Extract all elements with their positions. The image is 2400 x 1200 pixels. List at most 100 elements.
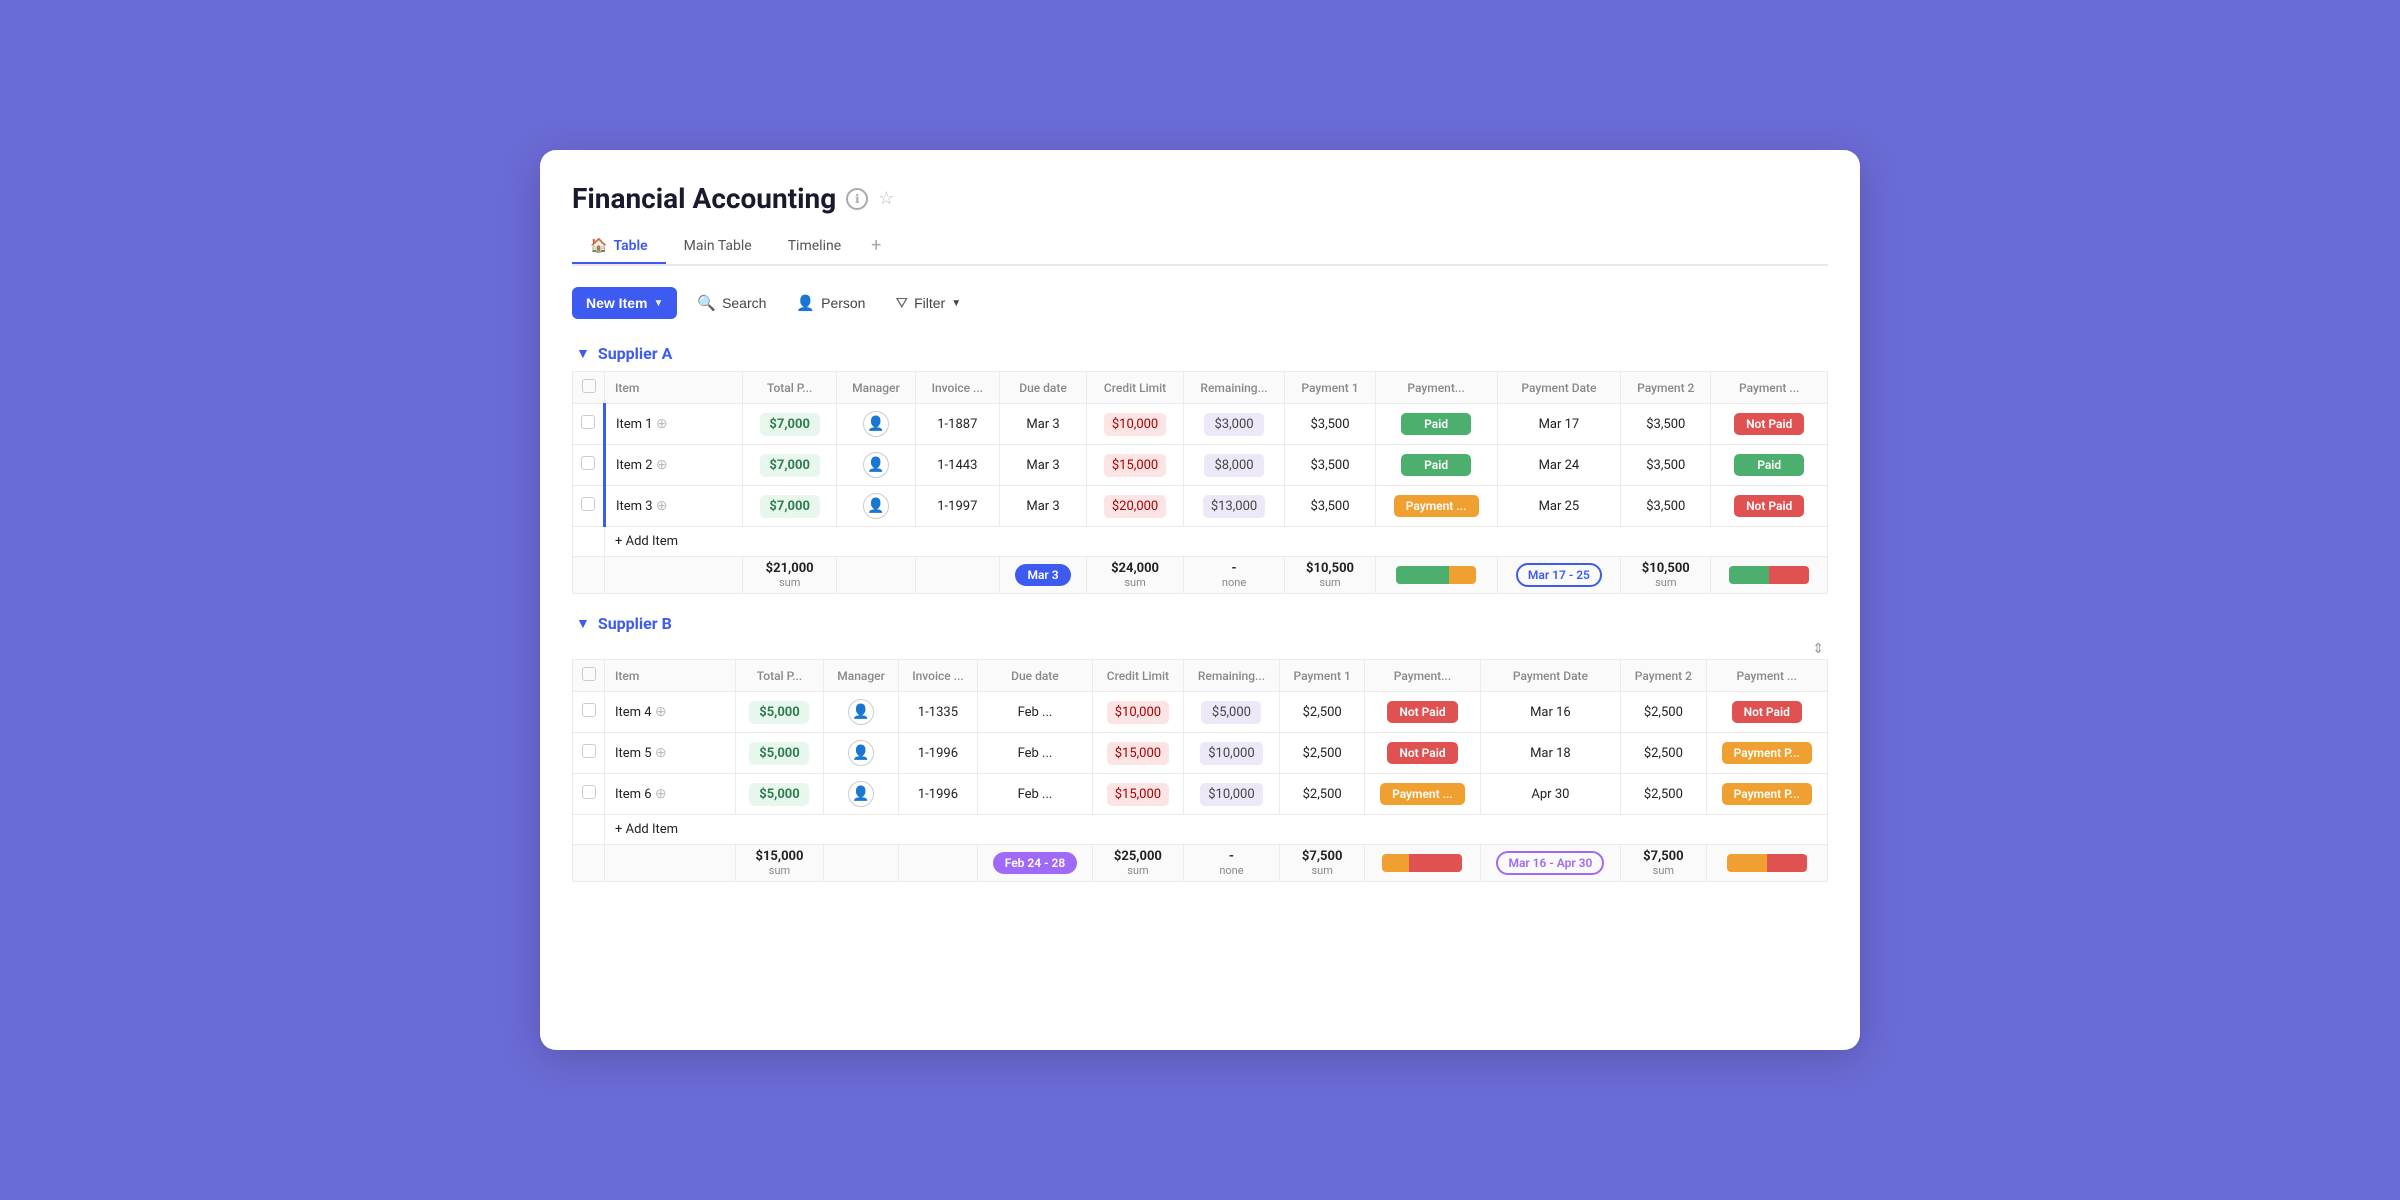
invoice-num: 1-1996 bbox=[898, 774, 977, 815]
total-amount: $7,000 bbox=[743, 404, 836, 445]
payment1-status: Payment ... bbox=[1375, 486, 1497, 527]
col-pay1: Payment 1 bbox=[1285, 372, 1375, 404]
item-name: Item 1 ⊕ bbox=[605, 404, 743, 445]
col-credit: Credit Limit bbox=[1092, 660, 1183, 692]
manager-avatar: 👤 bbox=[836, 445, 915, 486]
avatar: 👤 bbox=[863, 452, 889, 478]
credit-limit: $20,000 bbox=[1087, 486, 1183, 527]
col-manager: Manager bbox=[824, 660, 899, 692]
col-credit: Credit Limit bbox=[1087, 372, 1183, 404]
col-remaining: Remaining... bbox=[1183, 372, 1285, 404]
avatar: 👤 bbox=[848, 740, 874, 766]
checkbox-header[interactable] bbox=[573, 372, 605, 404]
table-header-row: Item Total P... Manager Invoice ... Due … bbox=[573, 660, 1828, 692]
summary-pay1: $10,500sum bbox=[1285, 557, 1375, 594]
tab-add-button[interactable]: + bbox=[859, 227, 893, 264]
add-item-button[interactable]: + Add Item bbox=[605, 527, 1828, 557]
filter-button[interactable]: ⛛ Filter ▼ bbox=[885, 287, 971, 320]
avatar: 👤 bbox=[848, 781, 874, 807]
search-button[interactable]: 🔍 Search bbox=[687, 286, 776, 320]
resize-handle[interactable]: ⇕ bbox=[572, 641, 1824, 657]
col-item: Item bbox=[605, 660, 736, 692]
row-checkbox[interactable] bbox=[573, 445, 605, 486]
chevron-down-icon: ▼ bbox=[653, 298, 663, 309]
remaining: $8,000 bbox=[1183, 445, 1285, 486]
col-pay2: Payment 2 bbox=[1621, 660, 1706, 692]
supplier-b-header: ▼ Supplier B bbox=[572, 614, 1828, 633]
invoice-num: 1-1997 bbox=[916, 486, 1000, 527]
credit-limit: $10,000 bbox=[1092, 692, 1183, 733]
add-subitem-icon[interactable]: ⊕ bbox=[655, 704, 667, 720]
row-checkbox[interactable] bbox=[573, 692, 605, 733]
page-header: Financial Accounting ℹ ☆ bbox=[572, 182, 1828, 215]
star-icon[interactable]: ☆ bbox=[878, 188, 894, 209]
col-due: Due date bbox=[999, 372, 1087, 404]
row-checkbox[interactable] bbox=[573, 486, 605, 527]
col-pay2status: Payment ... bbox=[1706, 660, 1828, 692]
item-name: Item 5 ⊕ bbox=[605, 733, 736, 774]
payment1: $3,500 bbox=[1285, 404, 1375, 445]
tab-main-table[interactable]: Main Table bbox=[666, 230, 770, 264]
home-icon: 🏠 bbox=[590, 238, 607, 254]
supplier-b-collapse-icon[interactable]: ▼ bbox=[576, 615, 590, 632]
remaining: $13,000 bbox=[1183, 486, 1285, 527]
new-item-button[interactable]: New Item ▼ bbox=[572, 287, 677, 319]
tab-timeline[interactable]: Timeline bbox=[770, 230, 859, 264]
payment1-status: Not Paid bbox=[1365, 733, 1480, 774]
tab-table[interactable]: 🏠 Table bbox=[572, 230, 666, 264]
table-header-row: Item Total P... Manager Invoice ... Due … bbox=[573, 372, 1828, 404]
summary-remaining: -none bbox=[1183, 557, 1285, 594]
summary-total: $15,000sum bbox=[735, 845, 823, 882]
chevron-down-icon: ▼ bbox=[951, 298, 961, 309]
invoice-num: 1-1996 bbox=[898, 733, 977, 774]
summary-pay2-bar bbox=[1711, 557, 1828, 594]
payment-date: Mar 25 bbox=[1497, 486, 1621, 527]
payment-date: Mar 24 bbox=[1497, 445, 1621, 486]
table-row: Item 2 ⊕ $7,000 👤 1-1443 Mar 3 $15,000 $… bbox=[573, 445, 1828, 486]
payment-date: Mar 18 bbox=[1480, 733, 1621, 774]
add-item-button[interactable]: + Add Item bbox=[605, 815, 1828, 845]
add-subitem-icon[interactable]: ⊕ bbox=[656, 498, 668, 514]
summary-due: Mar 3 bbox=[999, 557, 1087, 594]
add-subitem-icon[interactable]: ⊕ bbox=[656, 457, 668, 473]
summary-remaining: -none bbox=[1183, 845, 1279, 882]
item-name: Item 4 ⊕ bbox=[605, 692, 736, 733]
col-total: Total P... bbox=[743, 372, 836, 404]
remaining: $10,000 bbox=[1183, 774, 1279, 815]
due-date: Feb ... bbox=[977, 774, 1092, 815]
row-checkbox[interactable] bbox=[573, 774, 605, 815]
row-checkbox[interactable] bbox=[573, 404, 605, 445]
summary-pay1-bar bbox=[1375, 557, 1497, 594]
add-subitem-icon[interactable]: ⊕ bbox=[655, 745, 667, 761]
info-icon[interactable]: ℹ bbox=[846, 188, 868, 210]
payment2: $3,500 bbox=[1621, 445, 1711, 486]
item-name: Item 3 ⊕ bbox=[605, 486, 743, 527]
summary-pay1-bar bbox=[1365, 845, 1480, 882]
add-subitem-icon[interactable]: ⊕ bbox=[656, 416, 668, 432]
summary-paydate: Mar 16 - Apr 30 bbox=[1480, 845, 1621, 882]
payment-date: Mar 16 bbox=[1480, 692, 1621, 733]
payment1-status: Not Paid bbox=[1365, 692, 1480, 733]
supplier-a-collapse-icon[interactable]: ▼ bbox=[576, 345, 590, 362]
invoice-num: 1-1443 bbox=[916, 445, 1000, 486]
total-amount: $5,000 bbox=[735, 774, 823, 815]
manager-avatar: 👤 bbox=[824, 692, 899, 733]
manager-avatar: 👤 bbox=[836, 404, 915, 445]
summary-row-b: $15,000sum Feb 24 - 28 $25,000sum -none … bbox=[573, 845, 1828, 882]
invoice-num: 1-1887 bbox=[916, 404, 1000, 445]
add-item-row: + Add Item bbox=[573, 527, 1828, 557]
date-pill: Mar 3 bbox=[1015, 564, 1070, 586]
checkbox-header[interactable] bbox=[573, 660, 605, 692]
col-pay1status: Payment... bbox=[1375, 372, 1497, 404]
payment-date: Apr 30 bbox=[1480, 774, 1621, 815]
due-date: Feb ... bbox=[977, 692, 1092, 733]
payment-date: Mar 17 bbox=[1497, 404, 1621, 445]
person-button[interactable]: 👤 Person bbox=[786, 286, 875, 320]
credit-limit: $10,000 bbox=[1087, 404, 1183, 445]
row-checkbox[interactable] bbox=[573, 733, 605, 774]
filter-icon: ⛛ bbox=[895, 295, 908, 312]
total-amount: $7,000 bbox=[743, 486, 836, 527]
payment1: $3,500 bbox=[1285, 445, 1375, 486]
due-date: Mar 3 bbox=[999, 445, 1087, 486]
add-subitem-icon[interactable]: ⊕ bbox=[655, 786, 667, 802]
